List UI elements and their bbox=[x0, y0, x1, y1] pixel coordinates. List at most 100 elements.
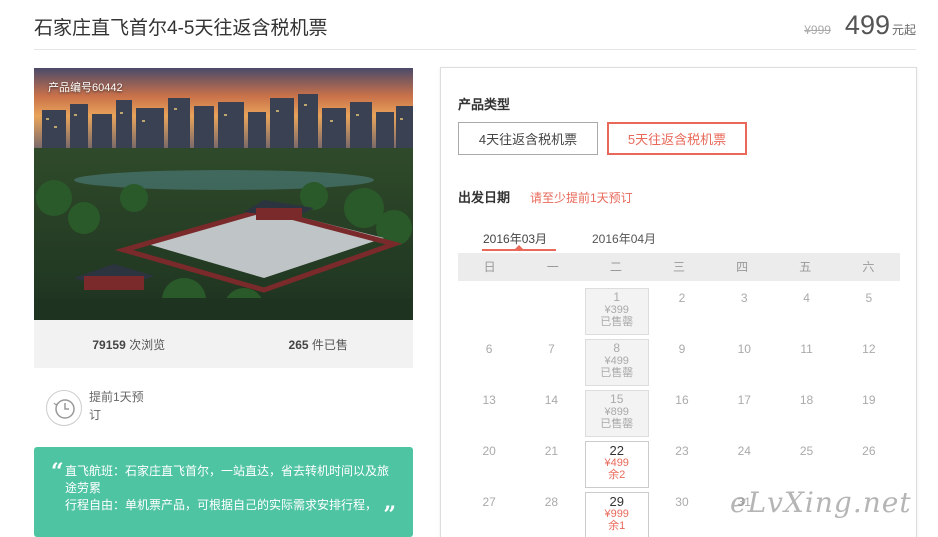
calendar-day: 21 bbox=[520, 439, 582, 490]
calendar-week: 13 14 15 ¥899 已售罄 16 17 18 19 bbox=[458, 388, 900, 439]
day-price: ¥999 bbox=[604, 508, 629, 520]
calendar-day: 28 bbox=[520, 490, 582, 537]
calendar-day: 23 bbox=[651, 439, 713, 490]
calendar-day: 24 bbox=[713, 439, 775, 490]
advance-text: 提前1天预订 bbox=[89, 390, 144, 422]
weekday: 二 bbox=[609, 260, 622, 274]
type-option-5-day[interactable]: 5天往返含税机票 bbox=[607, 122, 747, 155]
calendar-day[interactable]: 22 ¥499 余2 bbox=[584, 441, 649, 488]
clock-icon bbox=[46, 390, 82, 426]
day-status: 余1 bbox=[608, 520, 626, 532]
month-tab-2016-04[interactable]: 2016年04月 bbox=[592, 230, 656, 247]
day-number: 13 bbox=[482, 393, 496, 407]
calendar-day: 7 bbox=[520, 337, 582, 388]
day-number: 14 bbox=[544, 393, 559, 407]
calendar-day: 26 bbox=[838, 439, 900, 490]
day-number: 29 bbox=[609, 494, 624, 509]
calendar-week: 27 28 29 ¥999 余1 30 31 bbox=[458, 490, 900, 537]
calendar-day: 17 bbox=[713, 388, 775, 439]
calendar-day: 9 bbox=[651, 337, 713, 388]
calendar-week: 20 21 22 ¥499 余2 23 24 25 26 bbox=[458, 439, 900, 490]
day-number: 8 bbox=[613, 341, 621, 355]
price-box: ¥999 499 元起 bbox=[804, 10, 916, 41]
calendar-day: 13 bbox=[458, 388, 520, 439]
day-number: 15 bbox=[610, 392, 624, 406]
type-option-4-day[interactable]: 4天往返含税机票 bbox=[458, 122, 598, 155]
calendar-day: 19 bbox=[838, 388, 900, 439]
day-number: 9 bbox=[678, 342, 686, 356]
day-number: 23 bbox=[675, 444, 689, 458]
day-number: 4 bbox=[803, 291, 810, 305]
original-price: ¥999 bbox=[804, 23, 831, 37]
note-text: 直飞航班：石家庄直飞首尔，一站直达，省去转机时间以及旅途劳累 行程自由：单机票产… bbox=[65, 463, 390, 514]
open-quote-icon: “ bbox=[51, 459, 64, 485]
product-card: 产品编号60442 79159 次浏览 265 件已售 bbox=[34, 68, 413, 368]
sold-label: 件已售 bbox=[311, 337, 348, 352]
current-price: 499 bbox=[844, 10, 890, 40]
day-number: 18 bbox=[799, 393, 814, 407]
calendar-day: 3 bbox=[713, 286, 775, 337]
weekday: 一 bbox=[546, 260, 559, 274]
views-count: 79159 bbox=[92, 337, 126, 352]
calendar-day: 12 bbox=[838, 337, 900, 388]
day-number: 20 bbox=[482, 444, 496, 458]
day-number: 5 bbox=[865, 291, 873, 305]
calendar-day: 6 bbox=[458, 337, 520, 388]
calendar-day: 14 bbox=[520, 388, 582, 439]
day-status: 已售罄 bbox=[600, 418, 634, 430]
advance-booking-info: 提前1天预订 bbox=[34, 382, 413, 432]
day-status: 已售罄 bbox=[600, 367, 634, 379]
date-hint: 请至少提前1天预订 bbox=[530, 191, 633, 205]
day-number: 1 bbox=[613, 290, 621, 304]
calendar-day[interactable]: 29 ¥999 余1 bbox=[584, 492, 649, 537]
calendar-day bbox=[520, 286, 582, 337]
active-month-underline bbox=[482, 249, 556, 251]
calendar-day: 20 bbox=[458, 439, 520, 490]
product-stats: 79159 次浏览 265 件已售 bbox=[34, 320, 413, 368]
calendar-week: 1 ¥399 已售罄 2 3 4 5 bbox=[458, 286, 900, 337]
day-number: 17 bbox=[737, 393, 751, 407]
day-number: 6 bbox=[485, 342, 493, 356]
calendar-day bbox=[775, 490, 837, 537]
calendar-day: 5 bbox=[838, 286, 900, 337]
departure-date-label: 出发日期 bbox=[458, 190, 511, 205]
weekday: 四 bbox=[736, 260, 749, 274]
weekday: 六 bbox=[862, 260, 875, 274]
day-number: 16 bbox=[675, 393, 689, 407]
calendar-day: 15 ¥899 已售罄 bbox=[584, 390, 649, 437]
title-divider bbox=[34, 49, 916, 50]
note-line-1: 直飞航班：石家庄直飞首尔，一站直达，省去转机时间以及旅途劳累 bbox=[65, 464, 390, 495]
product-code: 产品编号60442 bbox=[48, 82, 123, 94]
note-line-2: 行程自由：单机票产品，可根据自己的实际需求安排行程， bbox=[65, 498, 378, 512]
day-number: 25 bbox=[799, 444, 814, 458]
day-price: ¥399 bbox=[604, 304, 629, 316]
day-number: 21 bbox=[544, 444, 559, 458]
caret-up-icon bbox=[515, 245, 523, 249]
close-quote-icon: ” bbox=[383, 502, 396, 528]
calendar-day: 11 bbox=[775, 337, 837, 388]
sold-count: 265 bbox=[288, 337, 309, 352]
day-status: 余2 bbox=[608, 469, 626, 481]
calendar-grid: 1 ¥399 已售罄 2 3 4 5 6 7 8 ¥499 已售罄 9 10 11 12 13 14 15 ¥899 已… bbox=[458, 286, 900, 537]
calendar-week: 6 7 8 ¥499 已售罄 9 10 11 12 bbox=[458, 337, 900, 388]
day-price: ¥499 bbox=[604, 355, 629, 367]
product-note: “ 直飞航班：石家庄直飞首尔，一站直达，省去转机时间以及旅途劳累 行程自由：单机… bbox=[34, 447, 413, 537]
price-suffix: 元起 bbox=[891, 23, 916, 37]
views-label: 次浏览 bbox=[129, 337, 166, 352]
weekday: 日 bbox=[483, 260, 496, 274]
calendar-day bbox=[838, 490, 900, 537]
day-price: ¥499 bbox=[604, 457, 629, 469]
sold-stat: 265 件已售 bbox=[224, 336, 414, 353]
calendar-day: 27 bbox=[458, 490, 520, 537]
calendar-day: 30 bbox=[651, 490, 713, 537]
product-type-label: 产品类型 bbox=[458, 97, 511, 112]
day-number: 19 bbox=[862, 393, 876, 407]
calendar-day: 2 bbox=[651, 286, 713, 337]
product-photo: 产品编号60442 bbox=[34, 68, 413, 320]
day-status: 已售罄 bbox=[600, 316, 634, 328]
weekday: 五 bbox=[799, 260, 812, 274]
views-stat: 79159 次浏览 bbox=[34, 336, 224, 353]
product-title: 石家庄直飞首尔4-5天往返含税机票 bbox=[34, 18, 328, 39]
day-number: 30 bbox=[675, 495, 689, 509]
weekday-header: 日 一 二 三 四 五 六 bbox=[458, 253, 900, 281]
